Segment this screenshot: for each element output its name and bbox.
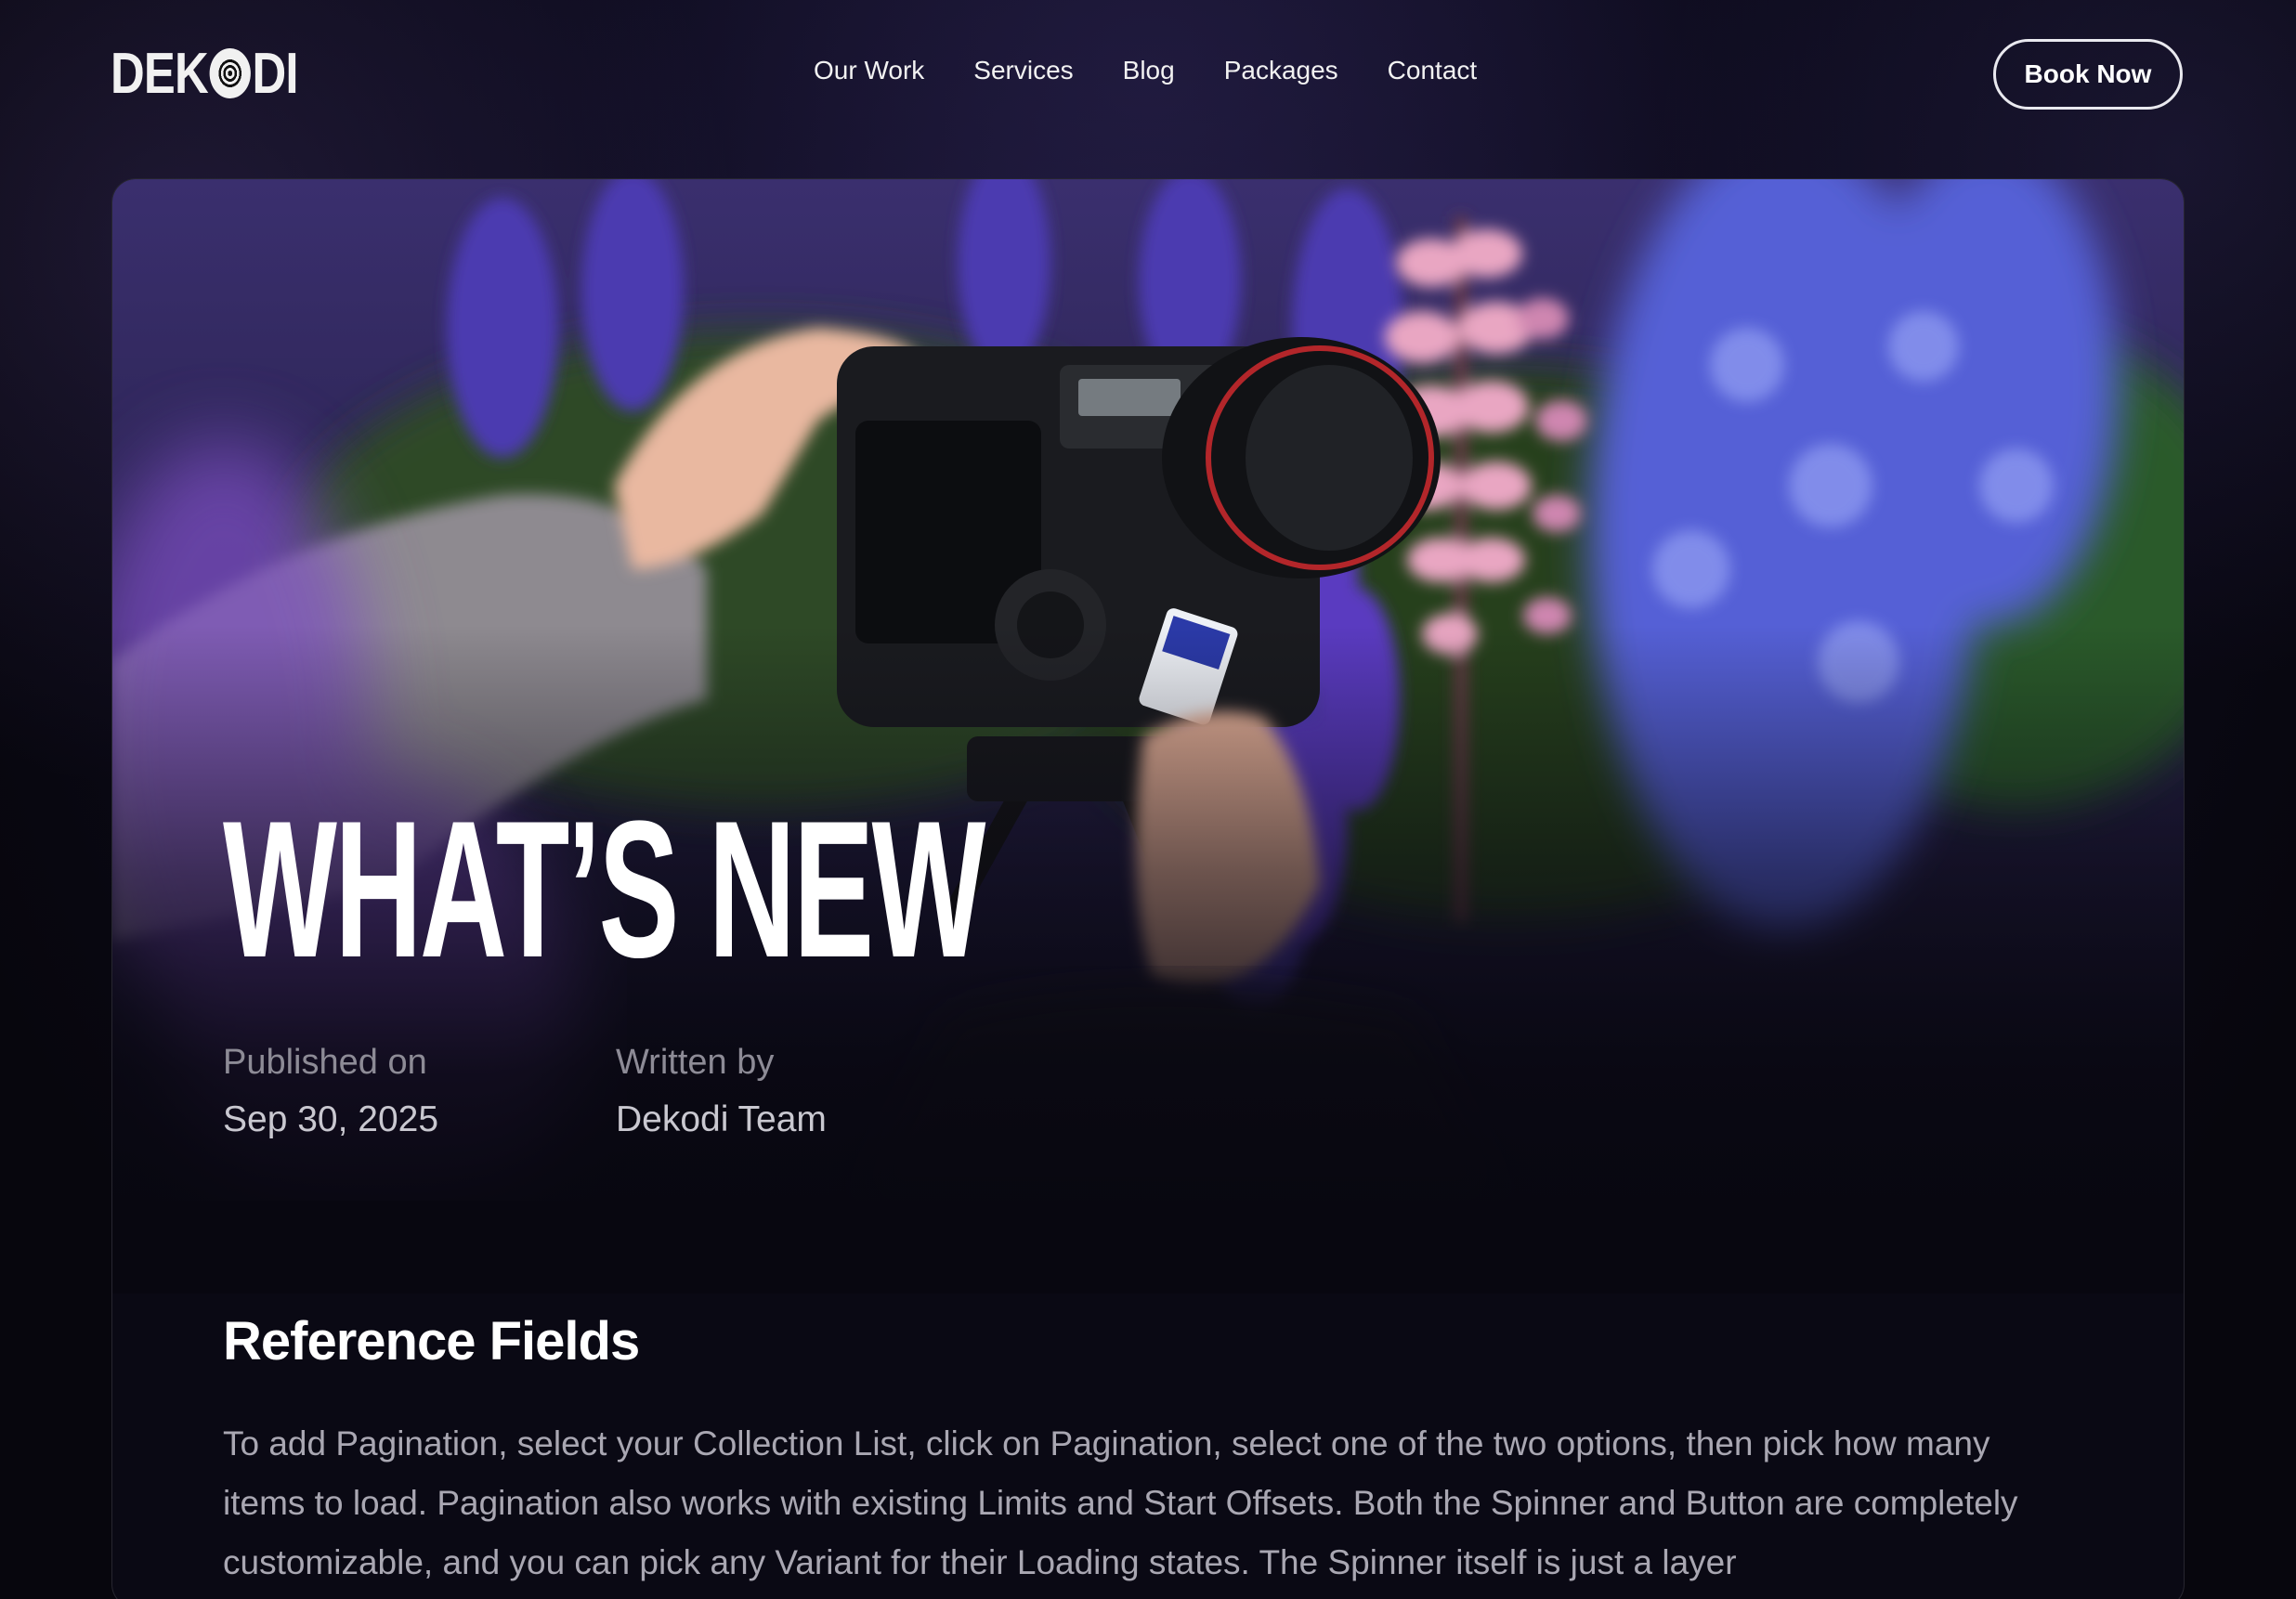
logo-text-right: DI	[252, 41, 298, 106]
nav-link-our-work[interactable]: Our Work	[814, 56, 924, 85]
published-label: Published on	[223, 1043, 427, 1082]
logo[interactable]: DEK DI	[111, 42, 298, 106]
logo-mark-icon	[209, 48, 251, 98]
nav-link-services[interactable]: Services	[973, 56, 1073, 85]
page: DEK DI Our Work Services Blog Packages Co…	[0, 0, 2296, 1599]
article-body: To add Pagination, select your Collectio…	[223, 1424, 2018, 1581]
page-title: WHAT’S NEW	[223, 780, 985, 998]
author-label: Written by	[616, 1043, 775, 1082]
book-now-button[interactable]: Book Now	[1993, 39, 2183, 110]
hero-card: WHAT’S NEW Published on Sep 30, 2025 Wri…	[111, 178, 2185, 1599]
nav-link-contact[interactable]: Contact	[1388, 56, 1478, 85]
logo-text-left: DEK	[111, 41, 209, 106]
top-navigation: DEK DI Our Work Services Blog Packages Co…	[0, 0, 2296, 149]
nav-links: Our Work Services Blog Packages Contact	[814, 56, 1477, 85]
published-meta: Published on Sep 30, 2025	[223, 1043, 438, 1140]
nav-link-packages[interactable]: Packages	[1224, 56, 1338, 85]
article-heading: Reference Fields	[223, 1311, 640, 1372]
author-meta: Written by Dekodi Team	[616, 1043, 827, 1140]
nav-link-blog[interactable]: Blog	[1123, 56, 1175, 85]
published-date: Sep 30, 2025	[223, 1099, 439, 1139]
author-name: Dekodi Team	[616, 1099, 827, 1139]
